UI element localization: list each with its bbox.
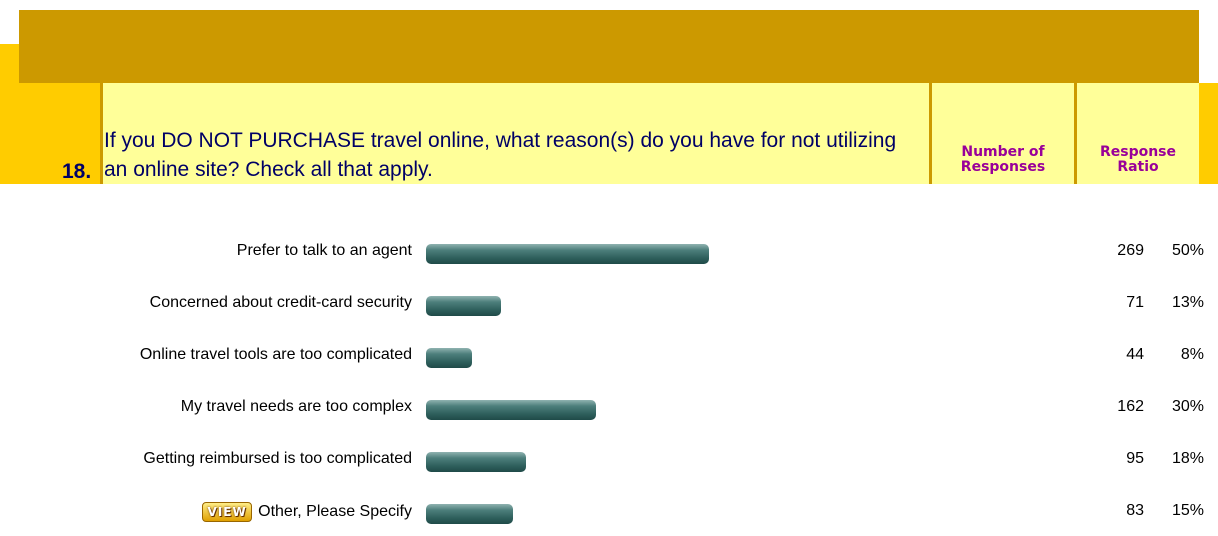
row-label: Online travel tools are too complicated [140,346,412,364]
table-row: Online travel tools are too complicated 4… [0,342,1218,368]
table-row: Prefer to talk to an agent 269 50% [0,238,1218,264]
bar [426,244,709,264]
response-ratio: 15% [1171,502,1204,519]
category-label: My travel needs are too complex [180,398,412,415]
responses-column-header: Number of Responses [960,144,1046,175]
response-ratio: 30% [1171,398,1204,415]
header-top-strip [0,0,1218,10]
response-count: 95 [1126,450,1144,467]
bar [426,400,596,420]
row-label: Prefer to talk to an agent [237,242,412,260]
row-label: Concerned about credit-card security [150,294,412,312]
view-button[interactable]: VIEW [202,502,253,522]
table-row: My travel needs are too complex 162 30% [0,394,1218,420]
response-count: 162 [1117,398,1144,415]
response-ratio: 13% [1171,294,1204,311]
header-left-corner [0,44,19,184]
header-gold-bar [19,10,1199,83]
category-label: Concerned about credit-card security [149,294,412,311]
bar [426,504,513,524]
category-label: Getting reimbursed is too complicated [143,450,412,467]
response-ratio: 8% [1180,346,1204,363]
category-label: Online travel tools are too complicated [139,346,412,363]
row-label: VIEW Other, Please Specify [202,502,412,522]
bar [426,452,526,472]
bar [426,296,501,316]
response-ratio: 50% [1171,242,1204,259]
response-count: 44 [1126,346,1144,363]
response-count: 83 [1126,502,1144,519]
response-count: 269 [1117,242,1144,259]
category-label: Other, Please Specify [258,503,412,520]
ratio-column-header: Response Ratio [1099,144,1177,175]
row-label: My travel needs are too complex [181,398,412,416]
table-row: VIEW Other, Please Specify 83 15% [0,498,1218,524]
question-number: 18. [62,160,92,183]
header-right-corner [1199,83,1218,184]
category-label: Prefer to talk to an agent [236,242,412,259]
table-row: Concerned about credit-card security 71 13… [0,290,1218,316]
response-ratio: 18% [1171,450,1204,467]
bar [426,348,472,368]
response-count: 71 [1126,294,1144,311]
header-right-corner-cap [1199,0,1218,10]
question-text: If you DO NOT PURCHASE travel online, wh… [104,129,897,181]
row-label: Getting reimbursed is too complicated [143,450,412,468]
table-row: Getting reimbursed is too complicated 95 1… [0,446,1218,472]
